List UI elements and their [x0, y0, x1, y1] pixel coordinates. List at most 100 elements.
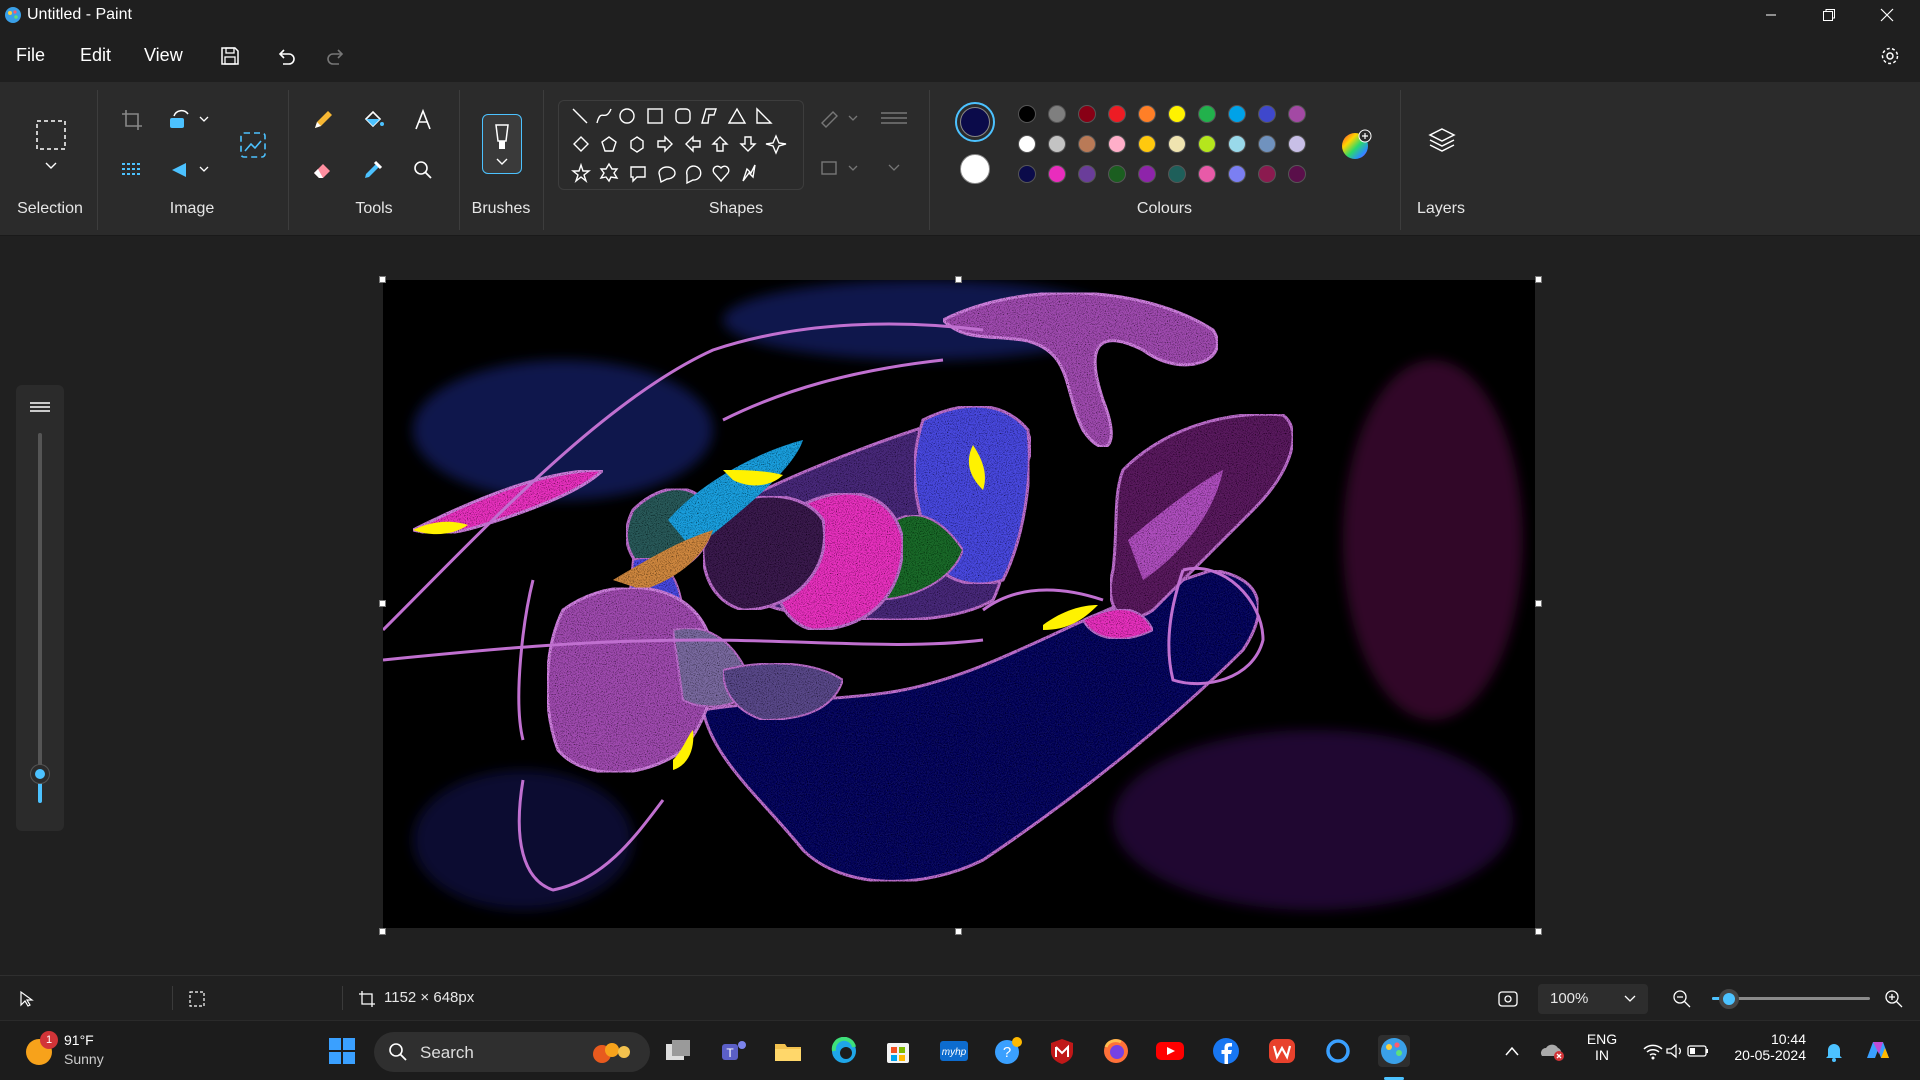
resize-button[interactable] [164, 102, 216, 138]
palette-colour-swatch[interactable] [1168, 105, 1186, 123]
palette-colour-swatch[interactable] [1168, 135, 1186, 153]
teams-button[interactable]: T [718, 1035, 750, 1067]
outline-button[interactable] [818, 100, 862, 136]
palette-colour-swatch[interactable] [1078, 135, 1096, 153]
clock[interactable]: 10:44 20-05-2024 [1726, 1031, 1806, 1063]
fill-button[interactable] [355, 102, 391, 138]
palette-colour-swatch[interactable] [1138, 135, 1156, 153]
image-creator-button[interactable] [234, 126, 272, 164]
palette-colour-swatch[interactable] [1228, 105, 1246, 123]
canvas-resize-handle[interactable] [379, 276, 386, 283]
save-button[interactable] [216, 42, 244, 70]
fill-style-button[interactable] [818, 150, 862, 186]
zoom-select[interactable]: 100% [1538, 984, 1648, 1014]
palette-colour-swatch[interactable] [1108, 165, 1126, 183]
palette-colour-swatch[interactable] [1288, 135, 1306, 153]
palette-colour-swatch[interactable] [1018, 105, 1036, 123]
brushes-button[interactable] [482, 114, 522, 174]
restore-button[interactable] [1800, 0, 1858, 30]
palette-colour-swatch[interactable] [1258, 165, 1276, 183]
redo-button[interactable] [322, 42, 350, 70]
canvas-resize-handle[interactable] [955, 276, 962, 283]
palette-colour-swatch[interactable] [1288, 165, 1306, 183]
pencil-button[interactable] [305, 102, 341, 138]
selection-dropdown[interactable] [36, 154, 66, 178]
palette-colour-swatch[interactable] [1198, 135, 1216, 153]
cortana-button[interactable] [1322, 1035, 1354, 1067]
palette-colour-swatch[interactable] [1198, 165, 1216, 183]
close-button[interactable] [1858, 0, 1916, 30]
paint-taskbar-button[interactable] [1378, 1035, 1410, 1067]
zoom-slider-thumb[interactable] [1719, 989, 1739, 1009]
settings-button[interactable] [1876, 42, 1904, 70]
palette-colour-swatch[interactable] [1048, 135, 1066, 153]
palette-colour-swatch[interactable] [1078, 165, 1096, 183]
mcafee-button[interactable] [1046, 1035, 1078, 1067]
flip-button[interactable] [164, 152, 216, 188]
canvas-resize-handle[interactable] [379, 928, 386, 935]
shape-size-dropdown[interactable] [876, 150, 912, 186]
youtube-button[interactable] [1154, 1035, 1186, 1067]
zoom-in-button[interactable] [1876, 981, 1912, 1017]
magnifier-button[interactable] [405, 152, 441, 188]
copilot-button[interactable] [1862, 1035, 1894, 1067]
brush-size-slider-track[interactable] [38, 433, 42, 777]
canvas-resize-handle[interactable] [955, 928, 962, 935]
fit-to-window-button[interactable] [1490, 981, 1526, 1017]
myhp-button[interactable]: myhp [938, 1035, 970, 1067]
shape-size-button[interactable] [876, 100, 912, 136]
menu-view[interactable]: View [144, 45, 183, 66]
crop-button[interactable] [114, 102, 150, 138]
palette-colour-swatch[interactable] [1198, 105, 1216, 123]
canvas-resize-handle[interactable] [1535, 928, 1542, 935]
file-explorer-button[interactable] [772, 1035, 804, 1067]
palette-colour-swatch[interactable] [1138, 105, 1156, 123]
menu-edit[interactable]: Edit [80, 45, 111, 66]
show-hidden-icons-button[interactable] [1496, 1035, 1528, 1067]
notifications-button[interactable] [1818, 1035, 1850, 1067]
weather-widget[interactable]: 1 91°F Sunny [20, 1031, 130, 1071]
firefox-button[interactable] [1100, 1035, 1132, 1067]
palette-colour-swatch[interactable] [1018, 165, 1036, 183]
palette-colour-swatch[interactable] [1108, 135, 1126, 153]
facebook-button[interactable] [1210, 1035, 1242, 1067]
palette-colour-swatch[interactable] [1228, 135, 1246, 153]
start-button[interactable] [326, 1035, 358, 1067]
palette-colour-swatch[interactable] [1018, 135, 1036, 153]
menu-file[interactable]: File [16, 45, 45, 66]
canvas-resize-handle[interactable] [379, 600, 386, 607]
text-button[interactable] [405, 102, 441, 138]
minimize-button[interactable] [1742, 0, 1800, 30]
primary-colour-button[interactable] [955, 102, 995, 142]
quick-settings-button[interactable] [1632, 1035, 1720, 1067]
shapes-gallery-icons[interactable] [559, 101, 805, 191]
layers-button[interactable] [1422, 120, 1462, 160]
undo-button[interactable] [272, 42, 300, 70]
palette-colour-swatch[interactable] [1048, 165, 1066, 183]
eraser-button[interactable] [305, 152, 341, 188]
edge-button[interactable] [828, 1035, 860, 1067]
store-button[interactable] [882, 1035, 914, 1067]
palette-colour-swatch[interactable] [1258, 105, 1276, 123]
canvas-resize-handle[interactable] [1535, 276, 1542, 283]
task-view-button[interactable] [662, 1035, 694, 1067]
palette-colour-swatch[interactable] [1108, 105, 1126, 123]
input-language-button[interactable]: ENG IN [1586, 1031, 1618, 1063]
zoom-out-button[interactable] [1664, 981, 1700, 1017]
canvas-resize-handle[interactable] [1535, 600, 1542, 607]
palette-colour-swatch[interactable] [1288, 105, 1306, 123]
onedrive-button[interactable] [1536, 1035, 1568, 1067]
taskbar-search[interactable]: Search [374, 1032, 650, 1072]
wps-office-button[interactable] [1266, 1035, 1298, 1067]
colour-picker-button[interactable] [355, 152, 391, 188]
palette-colour-swatch[interactable] [1078, 105, 1096, 123]
secondary-colour-button[interactable] [960, 154, 990, 184]
get-help-button[interactable]: ? [992, 1035, 1024, 1067]
palette-colour-swatch[interactable] [1228, 165, 1246, 183]
palette-colour-swatch[interactable] [1258, 135, 1276, 153]
drawing-canvas[interactable] [381, 280, 1535, 928]
palette-colour-swatch[interactable] [1048, 105, 1066, 123]
edit-colours-button[interactable] [1337, 126, 1375, 164]
remove-background-button[interactable] [114, 152, 150, 188]
selection-tool-button[interactable] [32, 116, 70, 154]
